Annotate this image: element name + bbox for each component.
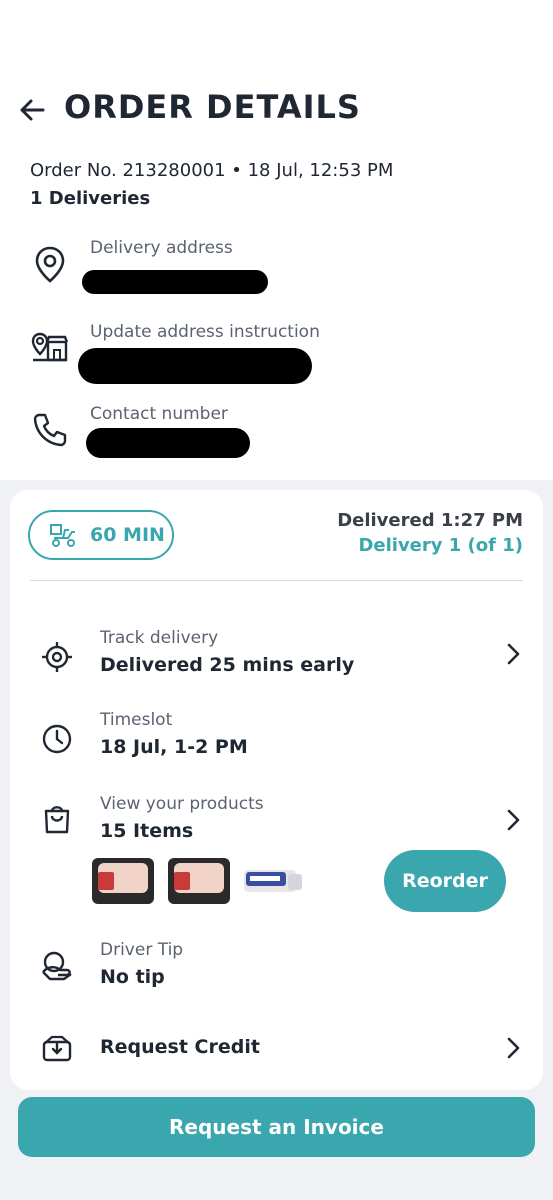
order-number-datetime: Order No. 213280001 • 18 Jul, 12:53 PM <box>30 160 394 181</box>
shopping-bag-icon <box>44 806 70 834</box>
product-thumbnail <box>168 858 230 904</box>
address-instruction-label: Update address instruction <box>90 322 320 342</box>
driver-tip-label: Driver Tip <box>100 940 184 960</box>
redacted-instruction <box>78 348 312 384</box>
request-credit-row[interactable]: Request Credit <box>10 1030 543 1070</box>
page-title: ORDER DETAILS <box>64 88 361 126</box>
arrow-left-icon <box>20 99 45 121</box>
delivery-address-label: Delivery address <box>90 238 233 258</box>
chevron-right-icon <box>507 643 520 665</box>
request-invoice-button[interactable]: Request an Invoice <box>18 1097 535 1157</box>
location-pin-icon <box>35 246 65 283</box>
track-delivery-row[interactable]: Track delivery Delivered 25 mins early <box>10 626 543 686</box>
timeslot-row: Timeslot 18 Jul, 1-2 PM <box>10 708 543 768</box>
phone-icon <box>33 413 67 447</box>
chevron-right-icon <box>507 1037 520 1059</box>
tip-hand-icon <box>42 951 72 981</box>
request-credit-label: Request Credit <box>100 1036 260 1058</box>
products-count: 15 Items <box>100 820 194 842</box>
driver-tip-row[interactable]: Driver Tip No tip <box>10 938 543 998</box>
back-button[interactable] <box>14 92 50 128</box>
delivered-time: Delivered 1:27 PM <box>337 510 523 531</box>
product-thumbnail <box>244 870 302 892</box>
view-products-label: View your products <box>100 794 264 814</box>
clock-icon <box>42 724 72 754</box>
contact-number-row[interactable]: Contact number <box>30 404 530 464</box>
order-summary-section: ORDER DETAILS Order No. 213280001 • 18 J… <box>0 0 553 480</box>
reorder-button[interactable]: Reorder <box>384 850 506 912</box>
track-delivery-value: Delivered 25 mins early <box>100 654 355 676</box>
eta-pill: 60 MIN <box>28 510 174 560</box>
delivery-status: Delivered 1:27 PM Delivery 1 (of 1) <box>337 510 523 556</box>
timeslot-value: 18 Jul, 1-2 PM <box>100 736 248 758</box>
delivery-count: Delivery 1 (of 1) <box>358 535 523 556</box>
delivery-scooter-icon <box>50 524 75 547</box>
redacted-address <box>82 270 268 294</box>
wallet-download-icon <box>42 1035 72 1062</box>
redacted-phone <box>86 428 250 458</box>
driver-tip-value: No tip <box>100 966 165 988</box>
product-thumbnail <box>92 858 154 904</box>
delivery-address-row[interactable]: Delivery address <box>30 238 530 298</box>
divider <box>30 580 523 581</box>
eta-text: 60 MIN <box>90 524 165 546</box>
track-delivery-label: Track delivery <box>100 628 219 648</box>
timeslot-label: Timeslot <box>100 710 173 730</box>
contact-number-label: Contact number <box>90 404 228 424</box>
deliveries-count: 1 Deliveries <box>30 188 151 209</box>
address-instruction-row[interactable]: Update address instruction <box>30 322 530 384</box>
target-icon <box>42 642 72 672</box>
store-location-icon <box>31 332 69 362</box>
chevron-right-icon <box>507 809 520 831</box>
delivery-card: 60 MIN Delivered 1:27 PM Delivery 1 (of … <box>10 490 543 1090</box>
